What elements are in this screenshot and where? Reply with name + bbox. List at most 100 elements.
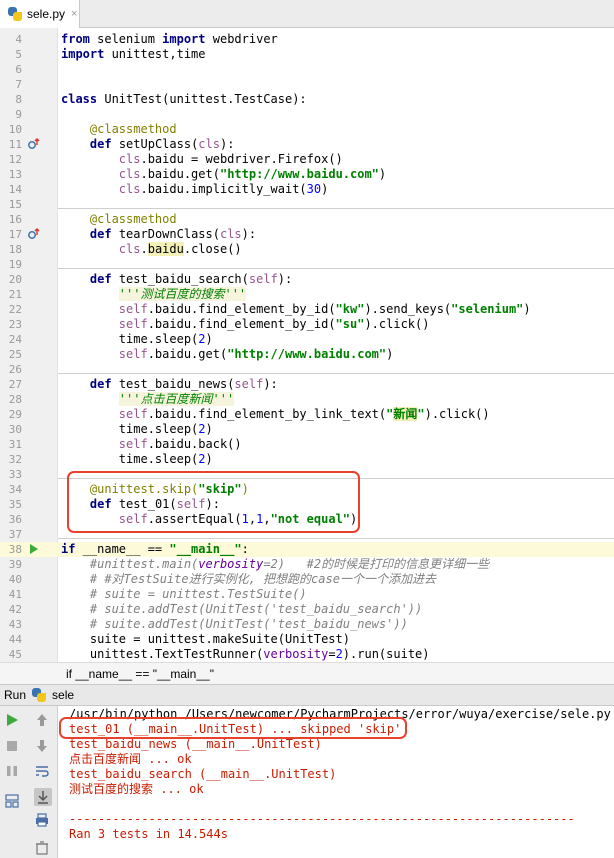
line-number: 11 [8,138,22,151]
line-number: 5 [15,48,22,61]
code-text: cls.baidu.close() [118,242,242,256]
line-number: 41 [8,588,22,601]
console-line: 点击百度新闻 ... ok [69,752,192,766]
code-line[interactable]: 5 import unittest,time [0,47,614,62]
code-line[interactable]: 28 '''点击百度新闻''' [0,392,614,407]
code-text: def test_baidu_search(self): [89,272,293,286]
close-icon[interactable]: × [71,8,77,20]
code-line[interactable]: 23 self.baidu.find_element_by_id("su").c… [0,317,614,332]
code-line[interactable]: 38 if __name__ == "__main__": [0,542,614,557]
console-line: test_baidu_news (__main__.UnitTest) [69,737,322,751]
code-text: '''测试百度的搜索''' [118,287,247,301]
code-text: # suite.addTest(UnitTest('test_baidu_sea… [89,602,423,616]
code-line[interactable]: 27 def test_baidu_news(self): [0,377,614,392]
line-number: 32 [8,453,22,466]
code-line[interactable]: 4 from selenium import webdriver [0,32,614,47]
code-line[interactable]: 26 [0,362,614,377]
line-number: 31 [8,438,22,451]
annotation-box-skip-test [67,471,360,533]
line-number: 28 [8,393,22,406]
stop-icon[interactable] [4,738,20,754]
code-line[interactable]: 8 class UnitTest(unittest.TestCase): [0,92,614,107]
method-separator [58,208,614,209]
code-line[interactable]: 22 self.baidu.find_element_by_id("kw").s… [0,302,614,317]
tab-sele-py[interactable]: sele.py × [0,0,80,28]
code-line[interactable]: 32 time.sleep(2) [0,452,614,467]
code-text: cls.baidu = webdriver.Firefox() [118,152,343,166]
pause-icon[interactable] [4,763,20,779]
code-line[interactable]: 29 self.baidu.find_element_by_link_text(… [0,407,614,422]
line-number: 30 [8,423,22,436]
code-line[interactable]: 43 # suite.addTest(UnitTest('test_baidu_… [0,617,614,632]
code-line[interactable]: 39 #unittest.main(verbosity=2) #2的时候是打印的… [0,557,614,572]
line-number: 40 [8,573,22,586]
line-number: 37 [8,528,22,541]
line-number: 12 [8,153,22,166]
code-line[interactable]: 15 [0,197,614,212]
code-line[interactable]: 9 [0,107,614,122]
code-text: if __name__ == "__main__": [61,542,249,556]
code-text: time.sleep(2) [61,332,213,346]
line-number: 19 [8,258,22,271]
console-line: ----------------------------------------… [69,812,575,826]
line-number: 22 [8,303,22,316]
override-marker-icon[interactable] [28,228,40,240]
code-line[interactable]: 7 [0,77,614,92]
code-line[interactable]: 44 suite = unittest.makeSuite(UnitTest) [0,632,614,647]
scroll-down-icon[interactable] [34,738,50,754]
code-text: #unittest.main(verbosity=2) #2的时候是打印的信息更… [89,557,490,571]
print-icon[interactable] [34,812,50,828]
code-line[interactable]: 17 def tearDownClass(cls): [0,227,614,242]
line-number: 33 [8,468,22,481]
code-line[interactable]: 10 @classmethod [0,122,614,137]
rerun-icon[interactable] [4,712,20,728]
code-line[interactable]: 30 time.sleep(2) [0,422,614,437]
soft-wrap-icon[interactable] [34,763,50,779]
method-separator [58,268,614,269]
line-number: 27 [8,378,22,391]
method-separator [58,538,614,539]
line-number: 13 [8,168,22,181]
clear-all-icon[interactable] [34,840,50,856]
code-line[interactable]: 12 cls.baidu = webdriver.Firefox() [0,152,614,167]
line-number: 26 [8,363,22,376]
code-line[interactable]: 18 cls.baidu.close() [0,242,614,257]
line-number: 29 [8,408,22,421]
console-line: 测试百度的搜索 ... ok [69,782,204,796]
code-line[interactable]: 16 @classmethod [0,212,614,227]
scroll-to-end-icon[interactable] [34,788,52,806]
code-line[interactable]: 24 time.sleep(2) [0,332,614,347]
override-marker-icon[interactable] [28,138,40,150]
breadcrumb[interactable]: if __name__ == "__main__" [0,662,614,684]
code-line[interactable]: 40 # #对TestSuite进行实例化, 把想跑的case一个一个添加进去 [0,572,614,587]
code-line[interactable]: 25 self.baidu.get("http://www.baidu.com"… [0,347,614,362]
code-line[interactable]: 19 [0,257,614,272]
code-line[interactable]: 21 '''测试百度的搜索''' [0,287,614,302]
code-line[interactable]: 11 def setUpClass(cls): [0,137,614,152]
code-text: # suite = unittest.TestSuite() [89,587,307,601]
code-line[interactable]: 42 # suite.addTest(UnitTest('test_baidu_… [0,602,614,617]
tab-label: sele.py [27,7,66,21]
code-line[interactable]: 20 def test_baidu_search(self): [0,272,614,287]
code-text: cls.baidu.implicitly_wait(30) [118,182,329,196]
code-text: suite = unittest.makeSuite(UnitTest) [61,632,350,646]
layout-icon[interactable] [4,793,20,809]
code-line[interactable]: 6 [0,62,614,77]
run-panel-header: Run sele [0,684,614,706]
scroll-up-icon[interactable] [34,712,50,728]
code-text: self.baidu.find_element_by_link_text("新闻… [118,407,490,421]
run-config-name[interactable]: sele [52,688,74,702]
code-editor[interactable]: 4 from selenium import webdriver 5 import u… [0,28,614,662]
code-line[interactable]: 14 cls.baidu.implicitly_wait(30) [0,182,614,197]
code-line[interactable]: 45 unittest.TextTestRunner(verbosity=2).… [0,647,614,662]
run-console[interactable]: /usr/bin/python /Users/newcomer/PycharmP… [0,706,614,858]
code-line[interactable]: 41 # suite = unittest.TestSuite() [0,587,614,602]
line-number: 38 [8,543,22,556]
code-text: def tearDownClass(cls): [89,227,257,241]
line-number: 25 [8,348,22,361]
code-text: '''点击百度新闻''' [118,392,235,406]
code-line[interactable]: 31 self.baidu.back() [0,437,614,452]
line-number: 14 [8,183,22,196]
code-line[interactable]: 13 cls.baidu.get("http://www.baidu.com") [0,167,614,182]
run-gutter-icon[interactable] [30,544,38,554]
